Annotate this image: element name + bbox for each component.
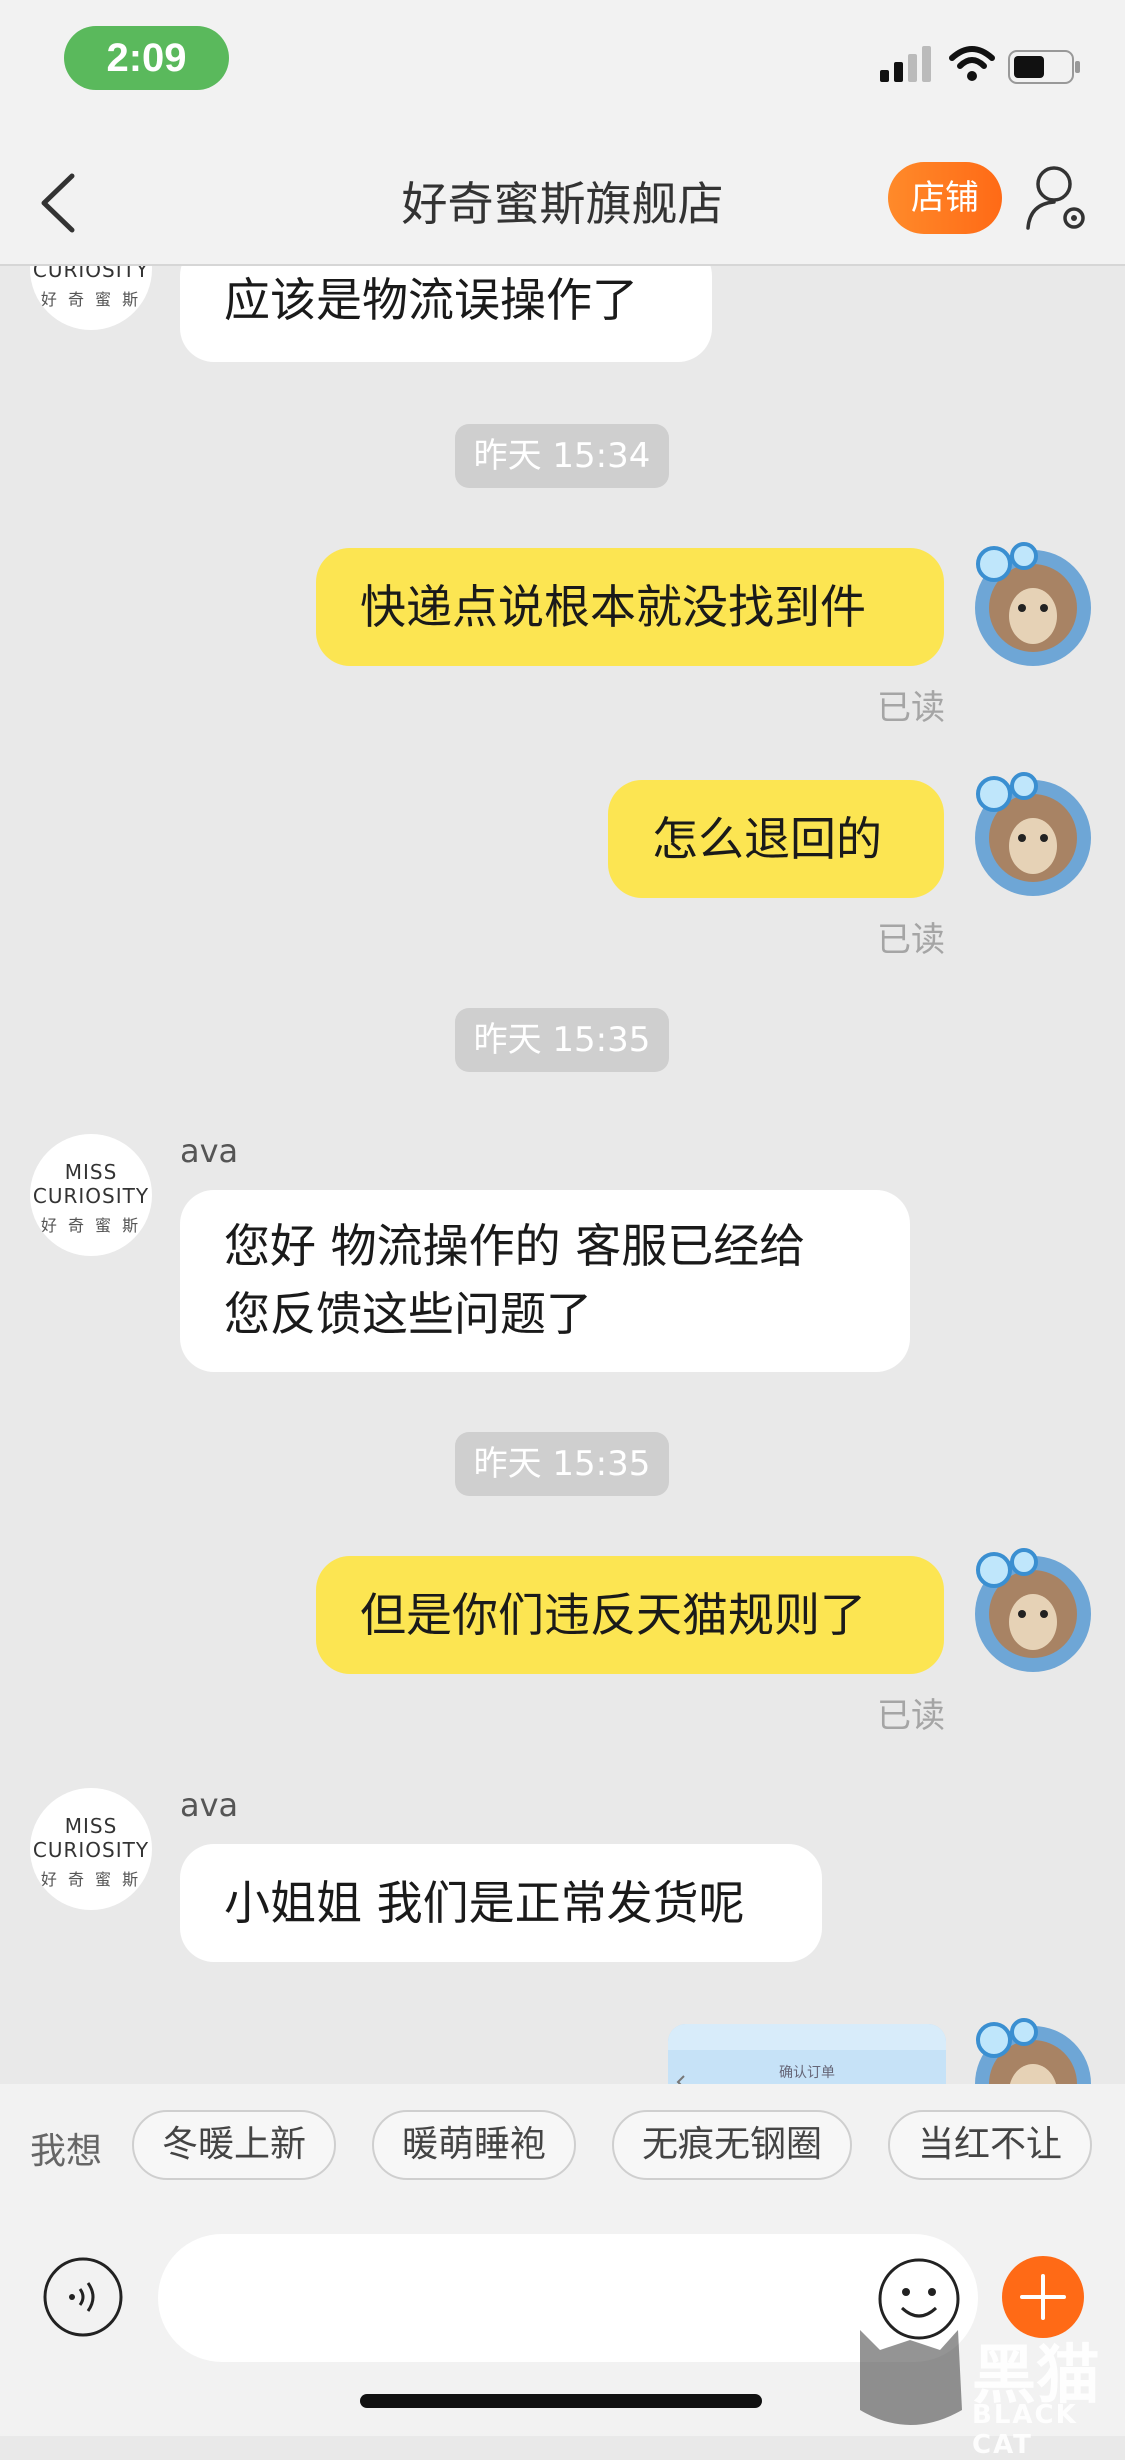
image-message[interactable]: 确认订单 [668,2024,946,2084]
user-avatar[interactable] [964,1548,1102,1676]
message-text: 您反馈这些问题了 [224,1287,592,1341]
message-text: 小姐姐 我们是正常发货呢 [224,1876,745,1930]
message-text: 怎么退回的 [652,812,882,866]
shop-avatar[interactable]: MISS CURIOSITY 好 奇 蜜 斯 [30,266,152,330]
message-timestamp: 昨天 15:34 [455,424,669,488]
home-indicator [360,2394,762,2408]
image-caption: 确认订单 [779,2065,835,2081]
read-receipt: 已读 [877,1696,945,1736]
message-bubble[interactable]: 您好 物流操作的 客服已经给 您反馈这些问题了 [180,1190,910,1372]
quick-reply-bar: 我想 冬暖上新 暖萌睡袍 无痕无钢圈 当红不让 [0,2084,1125,2204]
message-bubble[interactable]: 应该是物流误操作了 [180,266,712,362]
status-bar: 2:09 [0,0,1125,132]
status-time: 2:09 [64,26,229,90]
quick-reply-chip[interactable]: 当红不让 [888,2110,1092,2180]
message-text: 但是你们违反天猫规则了 [360,1588,866,1642]
quick-reply-chip[interactable]: 暖萌睡袍 [372,2110,576,2180]
user-avatar[interactable] [964,542,1102,670]
nav-bar: 好奇蜜斯旗舰店 店铺 [0,132,1125,266]
message-bubble[interactable]: 但是你们违反天猫规则了 [316,1556,944,1674]
user-avatar[interactable] [964,2018,1102,2084]
message-text: 快递点说根本就没找到件 [360,580,866,634]
watermark-subtext: BLACK CAT [972,2400,1078,2460]
message-timestamp: 昨天 15:35 [455,1432,669,1496]
voice-input-icon[interactable] [42,2256,124,2338]
shop-button[interactable]: 店铺 [888,162,1002,234]
battery-icon [1008,50,1080,84]
user-avatar[interactable] [964,772,1102,900]
sender-name: ava [180,1786,239,1824]
message-bubble[interactable]: 小姐姐 我们是正常发货呢 [180,1844,822,1962]
quick-reply-label: 我想 [30,2131,103,2172]
chat-area[interactable]: MISS CURIOSITY 好 奇 蜜 斯 应该是物流误操作了 昨天 15:3… [0,266,1125,2084]
message-text: 您好 物流操作的 客服已经给 [224,1219,806,1273]
message-bubble[interactable]: 快递点说根本就没找到件 [316,548,944,666]
shop-avatar[interactable]: MISS CURIOSITY 好 奇 蜜 斯 [30,1788,152,1910]
message-text: 应该是物流误操作了 [224,273,638,327]
message-timestamp: 昨天 15:35 [455,1008,669,1072]
message-bubble[interactable]: 怎么退回的 [608,780,944,898]
quick-reply-chip[interactable]: 冬暖上新 [132,2110,336,2180]
sender-name: ava [180,1132,239,1170]
user-settings-icon[interactable] [1024,162,1092,234]
shop-avatar[interactable]: MISS CURIOSITY 好 奇 蜜 斯 [30,1134,152,1256]
wifi-icon [949,46,995,81]
read-receipt: 已读 [877,688,945,728]
quick-reply-chip[interactable]: 无痕无钢圈 [612,2110,852,2180]
read-receipt: 已读 [877,920,945,960]
signal-icon [880,46,931,82]
